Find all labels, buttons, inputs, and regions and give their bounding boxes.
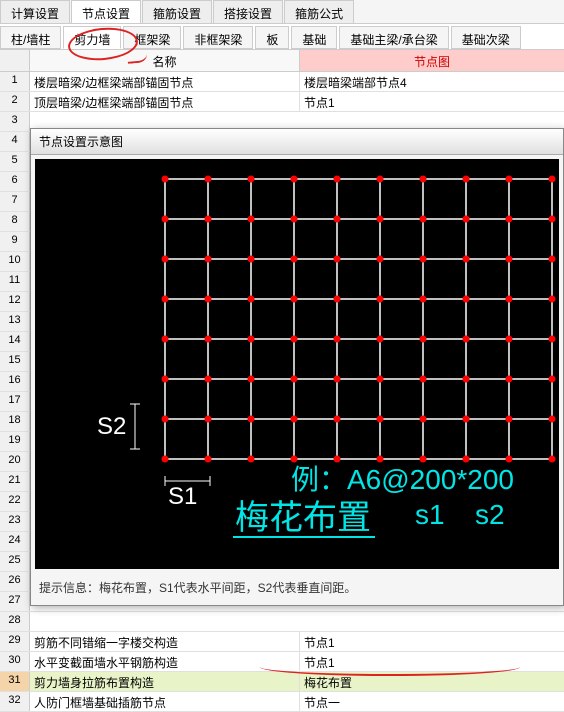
row-num: 8	[0, 212, 30, 231]
table-row[interactable]: 32人防门框墙基础插筋节点节点一	[0, 692, 564, 712]
cell-image[interactable]: 节点一	[300, 692, 564, 711]
row-num: 17	[0, 392, 30, 411]
row-num: 28	[0, 612, 30, 631]
row-num: 22	[0, 492, 30, 511]
row-num: 2	[0, 92, 30, 111]
diagram-panel: 节点设置示意图 S2 S1 例：A6@200*200 s1 s2 梅花布置 提示…	[30, 128, 564, 606]
tab-frame-beam[interactable]: 框架梁	[123, 26, 181, 49]
cell-name[interactable]: 人防门框墙基础插筋节点	[30, 692, 300, 711]
row-num: 18	[0, 412, 30, 431]
main-tabs: 计算设置 节点设置 箍筋设置 搭接设置 箍筋公式	[0, 0, 564, 24]
row-num: 31	[0, 672, 30, 691]
tab-foundation[interactable]: 基础	[291, 26, 337, 49]
row-num: 12	[0, 292, 30, 311]
cell-name[interactable]: 楼层暗梁/边框梁端部锚固节点	[30, 72, 300, 91]
cell-name[interactable]: 剪力墙身拉筋布置构造	[30, 672, 300, 691]
row-num: 23	[0, 512, 30, 531]
cell-image[interactable]: 梅花布置	[300, 672, 564, 691]
row-num: 9	[0, 232, 30, 251]
table-row[interactable]: 2 顶层暗梁/边框梁端部锚固节点 节点1	[0, 92, 564, 112]
cell-image[interactable]: 节点1	[300, 92, 564, 111]
tab-foundation-beam[interactable]: 基础主梁/承台梁	[339, 26, 448, 49]
tab-slab[interactable]: 板	[255, 26, 289, 49]
tab-column[interactable]: 柱/墙柱	[0, 26, 61, 49]
tab-nonframe-beam[interactable]: 非框架梁	[183, 26, 253, 49]
tab-node-settings[interactable]: 节点设置	[71, 0, 141, 23]
diagram-title: 节点设置示意图	[31, 129, 563, 155]
label-meihua: 梅花布置	[235, 499, 371, 537]
row-num: 3	[0, 112, 30, 131]
row-num: 30	[0, 652, 30, 671]
cell-name[interactable]: 剪筋不同错缩一字楼交构造	[30, 632, 300, 651]
tab-stirrup-formula[interactable]: 箍筋公式	[284, 0, 354, 23]
row-num: 29	[0, 632, 30, 651]
tab-calc-settings[interactable]: 计算设置	[0, 0, 70, 23]
cell-image[interactable]: 节点1	[300, 652, 564, 671]
row-num: 20	[0, 452, 30, 471]
row-num: 7	[0, 192, 30, 211]
cell-name[interactable]: 顶层暗梁/边框梁端部锚固节点	[30, 92, 300, 111]
row-num: 11	[0, 272, 30, 291]
row-num: 5	[0, 152, 30, 171]
cell-name[interactable]: 水平变截面墙水平钢筋构造	[30, 652, 300, 671]
row-num: 1	[0, 72, 30, 91]
diagram-canvas: S2 S1 例：A6@200*200 s1 s2 梅花布置	[35, 159, 559, 569]
label-s1-lower: s1	[415, 499, 445, 530]
row-num: 19	[0, 432, 30, 451]
table-row-empty[interactable]: 28	[0, 612, 564, 632]
table-row[interactable]: 31剪力墙身拉筋布置构造梅花布置	[0, 672, 564, 692]
row-num: 16	[0, 372, 30, 391]
grid-body: 1 楼层暗梁/边框梁端部锚固节点 楼层暗梁端部节点4 2 顶层暗梁/边框梁端部锚…	[0, 72, 564, 112]
tab-stirrup-settings[interactable]: 箍筋设置	[142, 0, 212, 23]
col-header-name[interactable]: 名称	[30, 50, 300, 71]
tab-lap-settings[interactable]: 搭接设置	[213, 0, 283, 23]
row-num: 24	[0, 532, 30, 551]
tab-shear-wall[interactable]: 剪力墙	[63, 26, 121, 49]
tab-foundation-secondary[interactable]: 基础次梁	[451, 26, 521, 49]
row-num: 4	[0, 132, 30, 151]
hint-text: 提示信息：梅花布置，S1代表水平间距，S2代表垂直间距。	[31, 573, 563, 602]
node-diagram-svg: S2 S1 例：A6@200*200 s1 s2 梅花布置	[35, 159, 561, 569]
table-row[interactable]: 29剪筋不同错缩一字楼交构造节点1	[0, 632, 564, 652]
row-num: 10	[0, 252, 30, 271]
label-s2-lower: s2	[475, 499, 505, 530]
row-num: 27	[0, 592, 30, 611]
row-num: 14	[0, 332, 30, 351]
label-example: 例：A6@200*200	[291, 464, 514, 495]
row-num: 26	[0, 572, 30, 591]
row-num: 13	[0, 312, 30, 331]
sub-tabs: 柱/墙柱 剪力墙 框架梁 非框架梁 板 基础 基础主梁/承台梁 基础次梁	[0, 24, 564, 50]
row-num: 21	[0, 472, 30, 491]
row-num: 15	[0, 352, 30, 371]
table-row[interactable]: 30水平变截面墙水平钢筋构造节点1	[0, 652, 564, 672]
grid-body-bottom: 29剪筋不同错缩一字楼交构造节点130水平变截面墙水平钢筋构造节点131剪力墙身…	[0, 632, 564, 712]
row-num: 25	[0, 552, 30, 571]
row-num: 6	[0, 172, 30, 191]
col-header-image[interactable]: 节点图	[300, 50, 564, 71]
label-s2: S2	[97, 413, 126, 440]
cell-image[interactable]: 楼层暗梁端部节点4	[300, 72, 564, 91]
row-num: 32	[0, 692, 30, 711]
grid-header: 名称 节点图	[0, 50, 564, 72]
label-s1: S1	[168, 483, 197, 510]
table-row[interactable]: 1 楼层暗梁/边框梁端部锚固节点 楼层暗梁端部节点4	[0, 72, 564, 92]
cell-image[interactable]: 节点1	[300, 632, 564, 651]
